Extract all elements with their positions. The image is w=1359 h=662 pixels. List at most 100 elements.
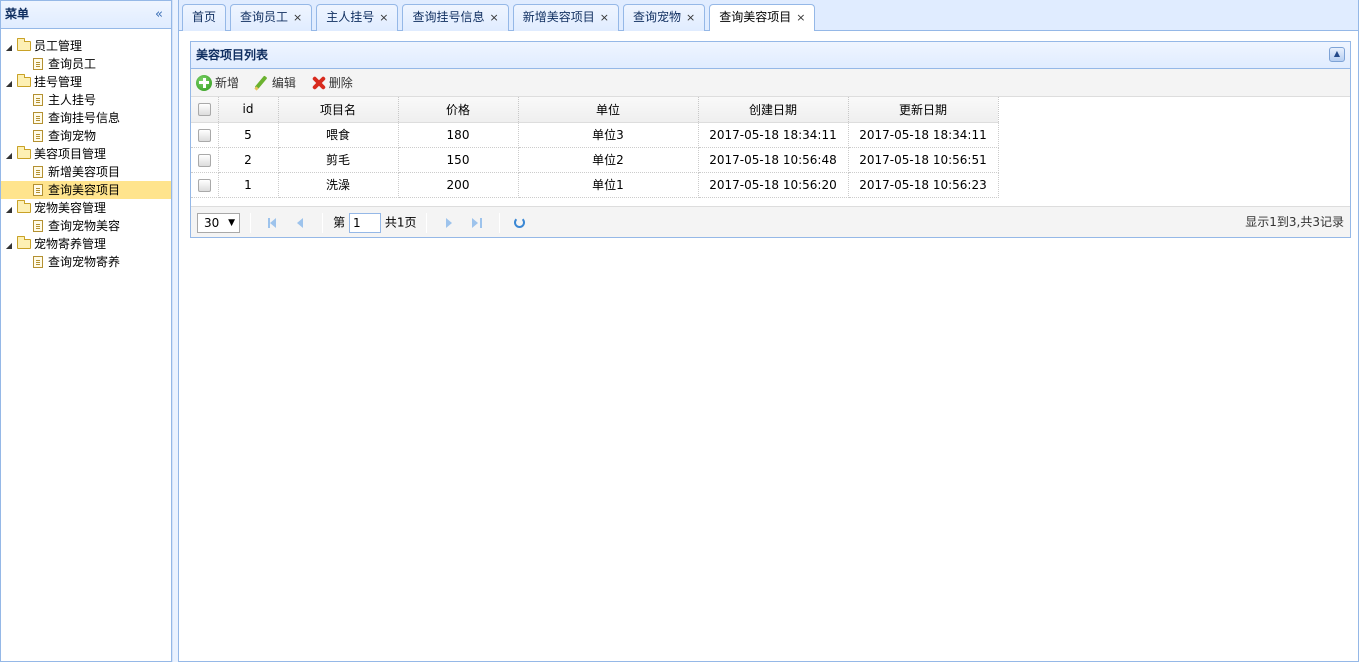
table-cell: 5 [218,122,279,148]
close-icon[interactable]: × [796,11,805,24]
page-size-value: 30 [204,215,220,230]
close-icon[interactable]: × [490,11,499,24]
column-header-filler [998,97,999,123]
tab-label: 查询挂号信息 [412,10,485,24]
menu-item[interactable]: 查询美容项目 [1,181,171,199]
table-cell: 单位2 [518,147,699,173]
table-cell: 剪毛 [278,147,399,173]
menu-group-node[interactable]: ◢ 挂号管理 [1,73,171,91]
tab[interactable]: 查询挂号信息 × [402,4,509,31]
add-label: 新增 [215,76,240,90]
menu-item-label: 查询宠物 [48,129,97,143]
menu-item[interactable]: 主人挂号 [1,91,171,109]
menu-item-label: 主人挂号 [48,93,97,107]
folder-open-icon [17,38,31,51]
pager-info: 显示1到3,共3记录 [1245,215,1344,229]
row-checkbox[interactable] [197,178,211,192]
table-cell: 2 [218,147,279,173]
file-icon [33,112,43,124]
page-size-select[interactable]: 30 ▼ [197,212,240,233]
menu-item[interactable]: 查询员工 [1,55,171,73]
collapse-panel-icon[interactable]: ▲ [1329,47,1345,62]
delete-button[interactable]: 删除 [310,69,353,97]
next-page-icon [446,217,453,228]
page-number-input[interactable]: 1 [348,212,381,233]
menu-group-node[interactable]: ◢ 宠物美容管理 [1,199,171,217]
refresh-icon[interactable] [513,217,525,228]
close-icon[interactable]: × [686,11,695,24]
table-row[interactable]: 1 洗澡 200 单位1 2017-05-18 10:56:20 2017-05-18 1… [191,172,999,198]
menu-group: ◢ 宠物美容管理 查询宠物美容 [1,199,171,235]
menu-group-label: 美容项目管理 [34,147,107,161]
tab[interactable]: 主人挂号 × [316,4,399,31]
menu-item[interactable]: 查询宠物美容 [1,217,171,235]
tab-label: 查询宠物 [632,10,681,24]
column-header[interactable]: 单位 [518,97,699,123]
menu-item[interactable]: 查询宠物寄养 [1,253,171,271]
tab[interactable]: 查询宠物 × [622,4,706,31]
last-page-button[interactable] [469,215,485,231]
table-cell: 2017-05-18 10:56:48 [698,147,849,173]
tab[interactable]: 新增美容项目 × [512,4,619,31]
add-button[interactable]: 新增 [196,69,239,97]
collapse-left-icon[interactable]: « [155,1,163,28]
menu-item-label: 查询美容项目 [48,183,121,197]
menu-item[interactable]: 查询宠物 [1,127,171,145]
tab[interactable]: 查询员工 × [230,4,313,31]
column-header[interactable]: 价格 [398,97,519,123]
table-row[interactable]: 2 剪毛 150 单位2 2017-05-18 10:56:48 2017-05-18 1… [191,147,999,173]
row-select-cell [191,147,219,173]
column-header[interactable]: 更新日期 [848,97,999,123]
edit-button[interactable]: 编辑 [253,69,296,97]
menu-group-node[interactable]: ◢ 美容项目管理 [1,145,171,163]
menu-item-label: 新增美容项目 [48,165,121,179]
tab[interactable]: 查询美容项目 × [709,4,816,31]
table-cell: 2017-05-18 18:34:11 [848,122,999,148]
tab-label: 主人挂号 [326,10,375,24]
column-header[interactable]: 创建日期 [698,97,849,123]
table-cell: 1 [218,172,279,198]
close-icon[interactable]: × [293,11,302,24]
menu-group-node[interactable]: ◢ 员工管理 [1,37,171,55]
page-prefix: 第 [333,215,346,230]
tab-label: 首页 [192,10,217,24]
menu-group: ◢ 宠物寄养管理 查询宠物寄养 [1,235,171,271]
table-cell: 2017-05-18 10:56:23 [848,172,999,198]
tab[interactable]: 首页 [182,4,227,31]
next-page-button[interactable] [441,215,457,231]
menu-item-label: 查询挂号信息 [48,111,121,125]
last-page-icon [471,217,478,228]
pager-separator [249,212,251,233]
close-icon[interactable]: × [600,11,609,24]
row-select-cell [191,172,219,198]
menu-group-node[interactable]: ◢ 宠物寄养管理 [1,235,171,253]
file-icon [33,58,43,70]
row-checkbox[interactable] [197,128,211,142]
folder-open-icon [17,236,31,249]
delete-label: 删除 [328,76,353,90]
pager-separator [322,212,324,233]
delete-x-icon [310,75,326,91]
menu-group-label: 挂号管理 [34,75,83,89]
file-icon [33,94,43,106]
table-cell: 2017-05-18 18:34:11 [698,122,849,148]
tab-label: 新增美容项目 [522,10,595,24]
menu-item[interactable]: 新增美容项目 [1,163,171,181]
menu-item[interactable]: 查询挂号信息 [1,109,171,127]
select-all-checkbox[interactable] [197,103,211,117]
column-header[interactable]: id [218,97,279,123]
prev-page-button[interactable] [292,215,308,231]
column-header[interactable]: 项目名 [278,97,399,123]
pager-separator [498,212,500,233]
menu-group: ◢ 美容项目管理新增美容项目 查询美容项目 [1,145,171,199]
close-icon[interactable]: × [379,11,388,24]
menu-tree: ◢ 员工管理 查询员工 ◢ 挂号管理主人挂号查询挂号信息 查询宠物 ◢ 美容项目管理新增美容项… [1,29,171,271]
file-icon [33,166,43,178]
row-checkbox[interactable] [197,153,211,167]
first-page-button[interactable] [265,215,281,231]
table-cell: 洗澡 [278,172,399,198]
chevron-down-icon: ▼ [228,217,235,228]
table-row[interactable]: 5 喂食 180 单位3 2017-05-18 18:34:11 2017-05-18 1… [191,122,999,148]
grid-toolbar: 新增 编辑 删除 [191,69,1350,97]
menu-group-label: 宠物寄养管理 [34,237,107,251]
